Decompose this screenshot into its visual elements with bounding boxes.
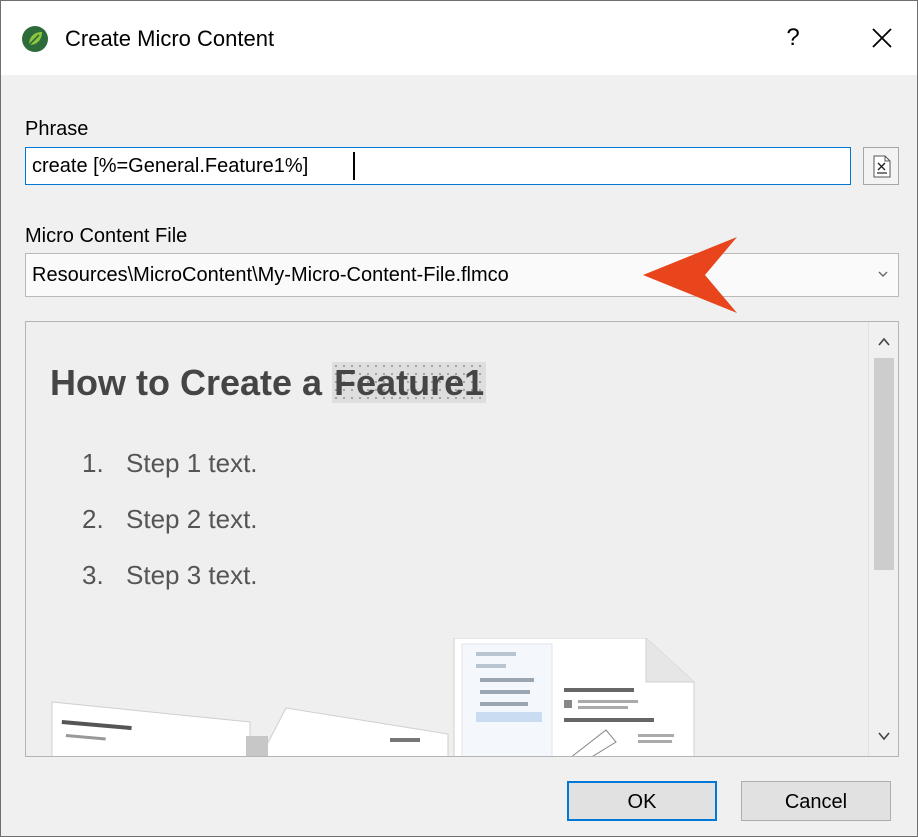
create-micro-content-dialog: Create Micro Content ? Phrase Micro Cont… <box>0 0 918 837</box>
chevron-down-icon[interactable] <box>876 728 892 744</box>
list-item: 3. Step 3 text. <box>82 560 258 591</box>
step-number: 3. <box>82 560 104 590</box>
window-title: Create Micro Content <box>65 26 275 51</box>
micro-content-file-select[interactable]: Resources\MicroContent\My-Micro-Content-… <box>25 253 899 297</box>
chevron-up-icon[interactable] <box>876 334 892 350</box>
micro-content-file-value: Resources\MicroContent\My-Micro-Content-… <box>32 264 509 286</box>
ok-button[interactable]: OK <box>567 781 717 821</box>
title-bar: Create Micro Content ? <box>1 1 917 75</box>
annotation-arrow <box>643 237 737 313</box>
close-icon[interactable] <box>869 25 895 51</box>
chevron-down-icon <box>878 271 888 277</box>
phrase-label: Phrase <box>25 118 89 140</box>
variable-placeholder: Feature1 <box>332 362 487 403</box>
list-item: 1. Step 1 text. <box>82 448 258 479</box>
step-text: Step 1 text. <box>126 448 258 478</box>
phrase-input[interactable] <box>25 147 851 185</box>
scrollbar-thumb[interactable] <box>874 358 894 570</box>
list-item: 2. Step 2 text. <box>82 504 258 535</box>
preview-pane: How to Create a Feature1 1. Step 1 text. … <box>25 321 899 757</box>
vertical-scrollbar[interactable] <box>868 322 898 756</box>
flare-leaf-icon <box>22 26 48 52</box>
insert-variable-button[interactable] <box>863 147 899 185</box>
cancel-button[interactable]: Cancel <box>741 781 891 821</box>
step-text: Step 3 text. <box>126 560 258 590</box>
text-caret <box>353 152 355 180</box>
step-text: Step 2 text. <box>126 504 258 534</box>
micro-content-file-label: Micro Content File <box>25 225 188 247</box>
step-number: 1. <box>82 448 104 478</box>
step-number: 2. <box>82 504 104 534</box>
insert-variable-icon <box>873 155 891 178</box>
preview-heading: How to Create a Feature1 <box>50 362 487 404</box>
preview-heading-text: How to Create a <box>50 362 333 403</box>
help-button[interactable]: ? <box>781 21 805 55</box>
preview-illustration <box>51 638 695 756</box>
